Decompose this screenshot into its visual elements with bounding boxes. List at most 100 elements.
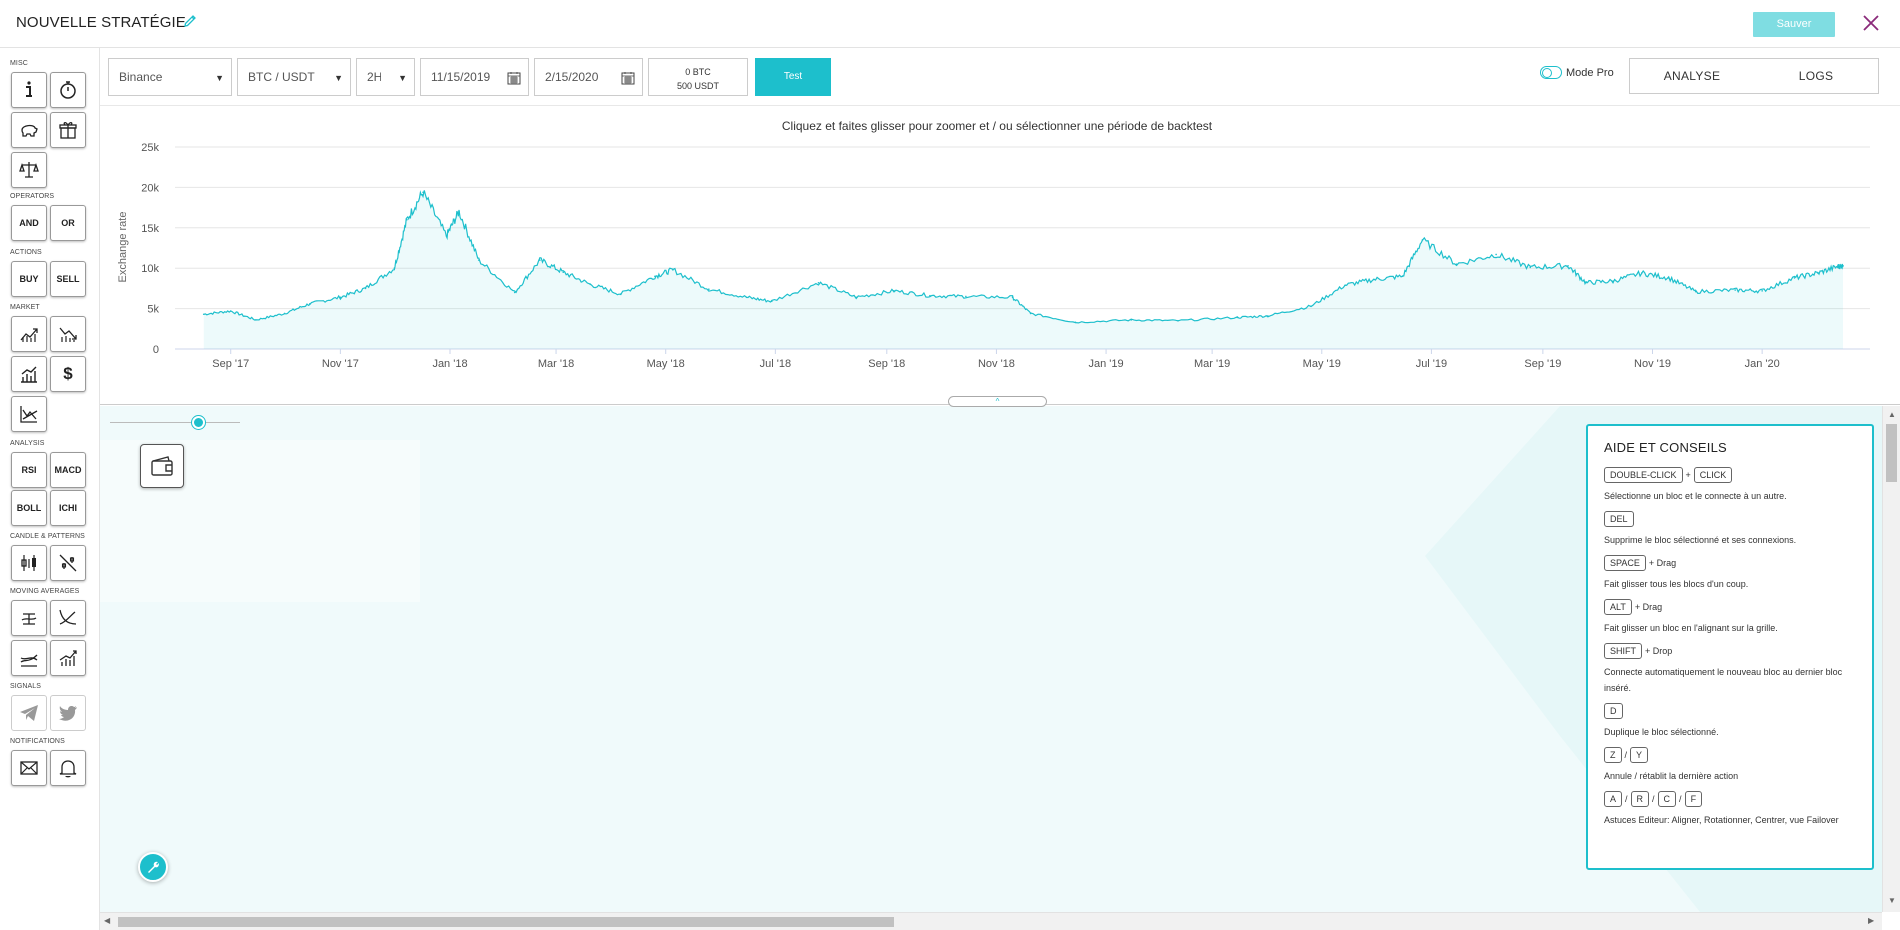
category-moving-averages: MOVING AVERAGES [10, 588, 80, 595]
price-data-point [393, 267, 396, 269]
vertical-scroll-thumb[interactable] [1886, 424, 1897, 482]
piggy-bank-block-button[interactable] [11, 112, 47, 148]
slash-sign: / [1679, 794, 1682, 804]
balance-display: 0 BTC 500 USDT [648, 58, 748, 96]
close-icon[interactable] [1860, 12, 1882, 34]
ema-block-button[interactable] [50, 600, 86, 636]
price-data-point [1495, 253, 1497, 256]
wallet-block[interactable] [140, 444, 184, 488]
twitter-icon [59, 706, 77, 721]
calendar-icon[interactable] [507, 71, 521, 85]
toggle-switch[interactable] [1540, 66, 1562, 79]
twitter-signal-button[interactable] [50, 695, 86, 731]
zoom-slider[interactable] [110, 416, 240, 429]
mode-pro-toggle[interactable]: Mode Pro [1540, 66, 1614, 79]
sell-block-button[interactable]: SELL [50, 261, 86, 297]
or-block-button[interactable]: OR [50, 205, 86, 241]
ichi-block-button[interactable]: ICHI [50, 490, 86, 526]
timer-block-button[interactable] [50, 72, 86, 108]
help-description: Annule / rétablit la dernière action [1604, 771, 1739, 781]
tab-analyse[interactable]: ANALYSE [1630, 59, 1754, 93]
y-tick-label: 0 [153, 344, 159, 356]
x-tick-label: May '19 [1303, 358, 1341, 370]
chart-collapse-handle[interactable]: ^ [948, 396, 1047, 407]
test-button[interactable]: Test [755, 58, 831, 96]
caret-down-icon: ▼ [398, 73, 407, 83]
start-date-value: 11/15/2019 [431, 70, 491, 84]
bar-chart-up-icon [21, 366, 37, 383]
x-tick-label: Sep '17 [212, 358, 249, 370]
balance-usdt: 500 USDT [676, 81, 720, 91]
price-data-point [1793, 277, 1796, 279]
start-date-field[interactable]: 11/15/2019 [420, 58, 529, 96]
market-trend-block-button[interactable] [11, 396, 47, 432]
save-button[interactable]: Sauver [1753, 12, 1835, 37]
pair-select[interactable]: BTC / USDT ▼ [237, 58, 351, 96]
help-keys: SHIFT + Drop [1604, 643, 1856, 659]
and-block-button[interactable]: AND [11, 205, 47, 241]
info-block-button[interactable] [11, 72, 47, 108]
slash-sign: / [1625, 794, 1628, 804]
market-down-block-button[interactable] [50, 316, 86, 352]
price-data-point [1761, 290, 1763, 292]
vertical-scrollbar[interactable]: ▲ ▼ [1882, 406, 1900, 912]
ma-trend-block-button[interactable] [50, 640, 86, 676]
pattern-block-button[interactable] [50, 545, 86, 581]
help-panel: AIDE ET CONSEILS DOUBLE-CLICK + CLICK Sé… [1586, 424, 1874, 870]
key-shift: SHIFT [1604, 643, 1642, 659]
tab-logs[interactable]: LOGS [1754, 59, 1878, 93]
scroll-down-arrow-icon[interactable]: ▼ [1888, 896, 1896, 905]
market-up-block-button[interactable] [11, 316, 47, 352]
exchange-select[interactable]: Binance ▼ [108, 58, 232, 96]
help-description: Duplique le bloc sélectionné. [1604, 727, 1719, 737]
help-description: Fait glisser un bloc en l'alignant sur l… [1604, 623, 1778, 633]
price-chart[interactable]: Cliquez et faites glisser pour zoomer et… [100, 107, 1900, 405]
ma-block-button[interactable] [11, 600, 47, 636]
market-chart-block-button[interactable] [11, 356, 47, 392]
balance-block-button[interactable] [11, 152, 47, 188]
price-data-point [1836, 265, 1839, 268]
price-data-point [817, 281, 820, 284]
buy-block-button[interactable]: BUY [11, 261, 47, 297]
gift-icon [59, 122, 77, 139]
view-tabs: ANALYSE LOGS [1629, 58, 1879, 94]
calendar-icon[interactable] [621, 71, 635, 85]
help-item: SPACE + Drag Fait glisser tous les blocs… [1604, 555, 1856, 592]
scroll-right-arrow-icon[interactable]: ▶ [1868, 916, 1874, 925]
price-data-point [619, 293, 622, 295]
interval-select[interactable]: 2H ▼ [356, 58, 415, 96]
end-date-field[interactable]: 2/15/2020 [534, 58, 643, 96]
price-area-fill [203, 190, 1843, 349]
price-data-point [1817, 272, 1819, 274]
boll-block-button[interactable]: BOLL [11, 490, 47, 526]
scroll-left-arrow-icon[interactable]: ◀ [104, 916, 110, 925]
price-data-point [283, 312, 286, 315]
y-tick-label: 5k [147, 304, 159, 316]
scroll-up-arrow-icon[interactable]: ▲ [1888, 410, 1896, 419]
candle-block-button[interactable] [11, 545, 47, 581]
rsi-block-button[interactable]: RSI [11, 452, 47, 488]
telegram-signal-button[interactable] [11, 695, 47, 731]
price-data-point [708, 288, 710, 291]
ma-cross-block-button[interactable] [11, 640, 47, 676]
telegram-icon [20, 705, 38, 721]
horizontal-scrollbar[interactable]: ◀ ▶ [100, 912, 1882, 930]
pencil-icon[interactable] [182, 13, 198, 29]
caret-down-icon: ▼ [215, 73, 224, 83]
price-block-button[interactable]: $ [50, 356, 86, 392]
price-data-point [1310, 305, 1312, 307]
gift-block-button[interactable] [50, 112, 86, 148]
price-data-point [929, 294, 931, 297]
help-keys: D [1604, 703, 1856, 719]
zoom-slider-knob[interactable] [192, 416, 205, 429]
bell-notification-button[interactable] [50, 750, 86, 786]
price-data-point [1401, 275, 1404, 278]
horizontal-scroll-thumb[interactable] [118, 917, 894, 927]
settings-wrench-button[interactable] [138, 852, 168, 882]
macd-block-button[interactable]: MACD [50, 452, 86, 488]
email-notification-button[interactable] [11, 750, 47, 786]
key-z: Z [1604, 747, 1622, 763]
curve-icon [59, 609, 77, 625]
price-data-point [406, 218, 408, 221]
price-chart-svg[interactable]: Cliquez et faites glisser pour zoomer et… [100, 107, 1900, 405]
